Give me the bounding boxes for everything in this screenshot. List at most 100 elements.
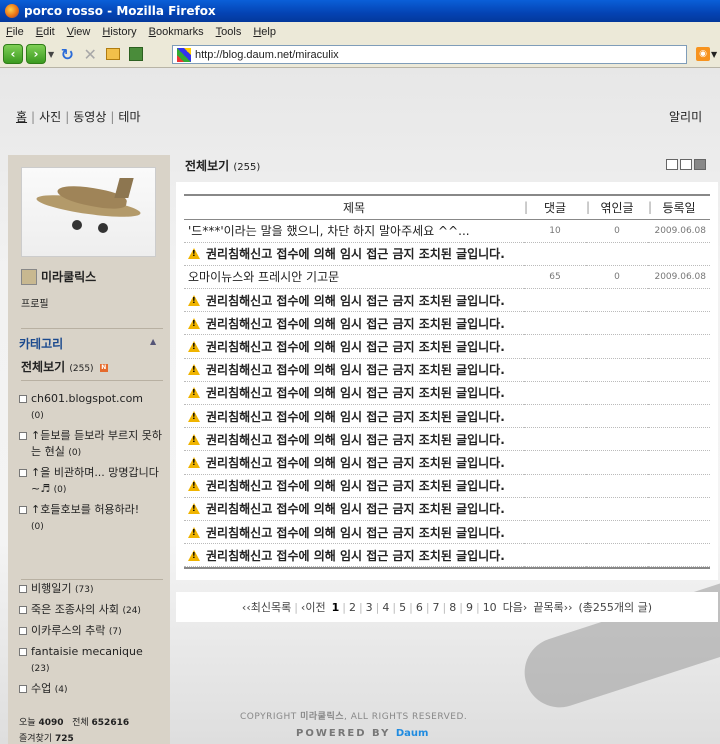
table-row[interactable]: 오마이뉴스와 프레시안 기고문 65 0 2009.06.08 xyxy=(184,265,710,290)
table-row[interactable]: 권리침해신고 접수에 의해 임시 접근 금지 조치된 글입니다. xyxy=(184,450,710,475)
nav-home-link[interactable]: 홈 xyxy=(16,110,27,124)
table-row[interactable]: 권리침해신고 접수에 의해 임시 접근 금지 조치된 글입니다. xyxy=(184,242,710,266)
view-grid-icon[interactable] xyxy=(680,159,692,170)
table-row[interactable]: 권리침해신고 접수에 의해 임시 접근 금지 조치된 글입니다. xyxy=(184,404,710,429)
blocked-post[interactable]: 권리침해신고 접수에 의해 임시 접근 금지 조치된 글입니다. xyxy=(184,404,710,429)
menu-history[interactable]: History xyxy=(96,26,142,38)
blog-nickname[interactable]: 미라쿨릭스 xyxy=(21,268,96,285)
table-row[interactable]: 권리침해신고 접수에 의해 임시 접근 금지 조치된 글입니다. xyxy=(184,520,710,545)
nav-theme-link[interactable]: 테마 xyxy=(118,110,140,124)
menu-help[interactable]: Help xyxy=(247,26,282,38)
pager-page-6[interactable]: 6 xyxy=(416,601,423,614)
stats-today: 4090 xyxy=(38,718,64,728)
notifier-link[interactable]: 알리미 xyxy=(669,108,702,125)
post-list-panel: 제목 댓글 엮인글 등록일 '드***'이라는 말을 했으니, 차단 하지 말아… xyxy=(176,182,718,580)
folder-icon xyxy=(19,395,27,403)
history-dropdown-icon[interactable]: ▼ xyxy=(48,50,54,59)
pager-last[interactable]: 끝목록›› xyxy=(533,599,572,615)
pager-page-10[interactable]: 10 xyxy=(483,601,497,614)
category-item[interactable]: ↑을 비관하며... 망명갑니다~♬ (0) xyxy=(19,465,164,498)
pager-page-9[interactable]: 9 xyxy=(466,601,473,614)
category-item[interactable]: 수업 (4) xyxy=(19,681,164,698)
pager-page-1[interactable]: 1 xyxy=(332,601,340,614)
folder-icon xyxy=(19,432,27,440)
warning-icon xyxy=(188,387,200,399)
menu-tools[interactable]: Tools xyxy=(210,26,248,38)
profile-link[interactable]: 프로필 xyxy=(21,295,49,310)
sidebar: 미라쿨릭스 프로필 카테고리 ▲ 전체보기 (255) N ch601.blog… xyxy=(8,155,170,744)
blocked-post[interactable]: 권리침해신고 접수에 의해 임시 접근 금지 조치된 글입니다. xyxy=(184,450,710,475)
rss-feed-icon[interactable]: ◉ xyxy=(696,47,710,61)
blocked-post[interactable]: 권리침해신고 접수에 의해 임시 접근 금지 조치된 글입니다. xyxy=(184,358,710,382)
folder-icon xyxy=(19,648,27,656)
category-item[interactable]: 죽은 조종사의 사회 (24) xyxy=(19,602,164,619)
warning-icon xyxy=(188,341,200,353)
table-row[interactable]: 권리침해신고 접수에 의해 임시 접근 금지 조치된 글입니다. xyxy=(184,288,710,313)
category-item[interactable]: 이카루스의 추락 (7) xyxy=(19,623,164,640)
pager-page-5[interactable]: 5 xyxy=(399,601,406,614)
daum-logo[interactable]: Daum xyxy=(396,728,429,739)
table-row[interactable]: 권리침해신고 접수에 의해 임시 접근 금지 조치된 글입니다. xyxy=(184,474,710,498)
blocked-post[interactable]: 권리침해신고 접수에 의해 임시 접근 금지 조치된 글입니다. xyxy=(184,497,710,521)
menu-edit[interactable]: Edit xyxy=(30,26,61,38)
blocked-post-text: 권리침해신고 접수에 의해 임시 접근 금지 조치된 글입니다. xyxy=(206,293,505,308)
blocked-post[interactable]: 권리침해신고 접수에 의해 임시 접근 금지 조치된 글입니다. xyxy=(184,334,710,359)
back-button[interactable]: ‹ xyxy=(3,44,23,64)
post-title-link[interactable]: 오마이뉴스와 프레시안 기고문 xyxy=(184,265,524,290)
blocked-post[interactable]: 권리침해신고 접수에 의해 임시 접근 금지 조치된 글입니다. xyxy=(184,288,710,313)
blocked-post[interactable]: 권리침해신고 접수에 의해 임시 접근 금지 조치된 글입니다. xyxy=(184,427,710,452)
table-row[interactable]: '드***'이라는 말을 했으니, 차단 하지 말아주세요 ^^... 10 0… xyxy=(184,219,710,243)
table-row[interactable]: 권리침해신고 접수에 의해 임시 접근 금지 조치된 글입니다. xyxy=(184,311,710,336)
table-row[interactable]: 권리침해신고 접수에 의해 임시 접근 금지 조치된 글입니다. xyxy=(184,334,710,359)
pager-first[interactable]: ‹‹최신목록 xyxy=(242,599,291,615)
menu-bookmarks[interactable]: Bookmarks xyxy=(143,26,210,38)
post-date: 2009.06.08 xyxy=(648,265,710,290)
blocked-post[interactable]: 권리침해신고 접수에 의해 임시 접근 금지 조치된 글입니다. xyxy=(184,381,710,406)
profile-image[interactable] xyxy=(21,167,156,257)
category-collapse-icon[interactable]: ▲ xyxy=(150,337,156,346)
table-row[interactable]: 권리침해신고 접수에 의해 임시 접근 금지 조치된 글입니다. xyxy=(184,381,710,406)
stop-icon: ✕ xyxy=(83,44,97,64)
category-title: 카테고리 xyxy=(19,337,64,351)
category-item[interactable]: 비행일기 (73) xyxy=(19,581,164,598)
table-row[interactable]: 권리침해신고 접수에 의해 임시 접근 금지 조치된 글입니다. xyxy=(184,543,710,568)
pager-page-2[interactable]: 2 xyxy=(349,601,356,614)
nav-video-link[interactable]: 동영상 xyxy=(73,110,106,124)
view-card-icon[interactable] xyxy=(666,159,678,170)
stop-button[interactable]: ✕ xyxy=(80,44,100,64)
menu-view[interactable]: View xyxy=(61,26,97,38)
pager-prev[interactable]: ‹이전 xyxy=(301,599,326,615)
view-list-icon[interactable] xyxy=(694,159,706,170)
category-item[interactable]: ↑호들호보를 허용하라! (0) xyxy=(19,502,164,535)
address-bar[interactable]: http://blog.daum.net/miraculix xyxy=(172,45,687,64)
reload-button[interactable]: ↻ xyxy=(57,44,77,64)
pager-page-3[interactable]: 3 xyxy=(366,601,373,614)
blocked-post[interactable]: 권리침해신고 접수에 의해 임시 접근 금지 조치된 글입니다. xyxy=(184,474,710,498)
warning-icon xyxy=(188,503,200,515)
blocked-post[interactable]: 권리침해신고 접수에 의해 임시 접근 금지 조치된 글입니다. xyxy=(184,242,710,266)
address-dropdown-icon[interactable]: ▼ xyxy=(711,50,717,59)
table-row[interactable]: 권리침해신고 접수에 의해 임시 접근 금지 조치된 글입니다. xyxy=(184,427,710,452)
pager-next[interactable]: 다음› xyxy=(503,599,528,615)
nav-photo-link[interactable]: 사진 xyxy=(39,110,61,124)
forward-button[interactable]: › xyxy=(26,44,46,64)
bookmark-button[interactable] xyxy=(126,44,146,64)
home-button[interactable] xyxy=(103,44,123,64)
menu-file[interactable]: File xyxy=(0,26,30,38)
category-all-link[interactable]: 전체보기 (255) N xyxy=(21,358,108,375)
blocked-post[interactable]: 권리침해신고 접수에 의해 임시 접근 금지 조치된 글입니다. xyxy=(184,520,710,545)
table-row[interactable]: 권리침해신고 접수에 의해 임시 접근 금지 조치된 글입니다. xyxy=(184,358,710,382)
blocked-post-text: 권리침해신고 접수에 의해 임시 접근 금지 조치된 글입니다. xyxy=(206,455,505,470)
post-comment-count: 65 xyxy=(524,265,586,290)
table-row[interactable]: 권리침해신고 접수에 의해 임시 접근 금지 조치된 글입니다. xyxy=(184,497,710,521)
post-title-link[interactable]: '드***'이라는 말을 했으니, 차단 하지 말아주세요 ^^... xyxy=(184,219,524,243)
blocked-post[interactable]: 권리침해신고 접수에 의해 임시 접근 금지 조치된 글입니다. xyxy=(184,311,710,336)
pager-page-8[interactable]: 8 xyxy=(449,601,456,614)
blocked-post[interactable]: 권리침해신고 접수에 의해 임시 접근 금지 조치된 글입니다. xyxy=(184,543,710,568)
pager-separator: | xyxy=(342,600,346,614)
category-item[interactable]: ↑듣보를 듣보라 부르지 못하는 현실 (0) xyxy=(19,428,164,461)
pager-page-4[interactable]: 4 xyxy=(382,601,389,614)
pager-page-7[interactable]: 7 xyxy=(433,601,440,614)
category-item[interactable]: fantaisie mecanique (23) xyxy=(19,644,164,677)
category-item[interactable]: ch601.blogspot.com (0) xyxy=(19,391,164,424)
